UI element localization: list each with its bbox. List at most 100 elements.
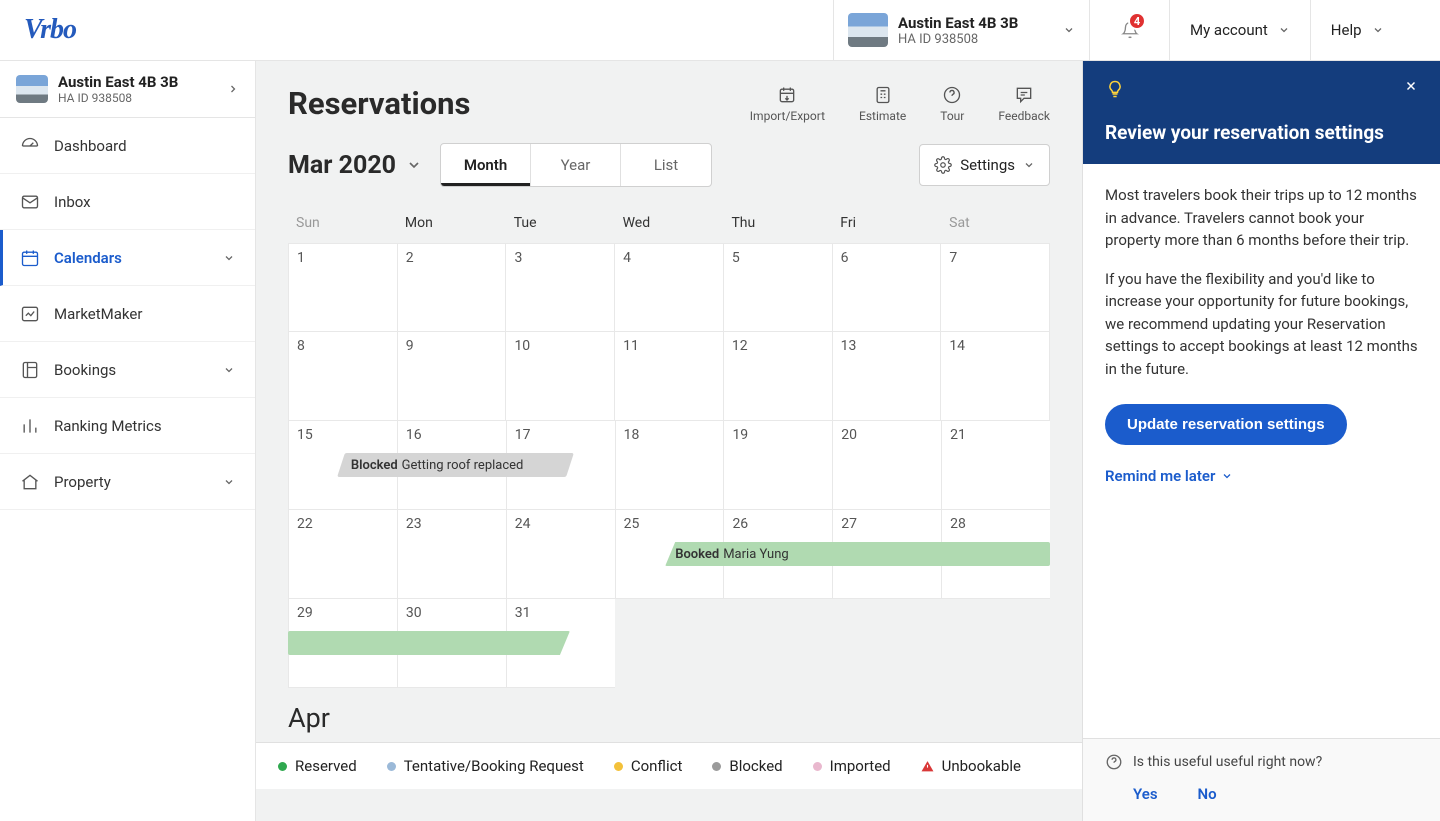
inbox-icon [20, 192, 40, 212]
tab-list[interactable]: List [621, 144, 711, 186]
day-header: Tue [506, 207, 615, 239]
panel-footer: Is this useful useful right now? Yes No [1083, 738, 1440, 821]
sidebar-item-label: MarketMaker [54, 305, 142, 323]
sidebar-item-label: Dashboard [54, 137, 127, 155]
calendar-cell[interactable]: 5 [723, 243, 832, 332]
legend-dot [813, 762, 822, 771]
month-picker[interactable]: Mar 2020 [288, 151, 422, 180]
chevron-down-icon [223, 476, 235, 488]
property-switcher[interactable]: Austin East 4B 3B HA ID 938508 [833, 0, 1089, 60]
feedback-yes-button[interactable]: Yes [1133, 785, 1158, 803]
ranking-icon [20, 416, 40, 436]
calendar-cell[interactable]: 19 [723, 421, 832, 510]
feedback-button[interactable]: Feedback [998, 85, 1050, 123]
legend-blocked: Blocked [712, 757, 782, 775]
page-actions: Import/Export Estimate Tour Feedback [750, 85, 1050, 123]
sidebar-property[interactable]: Austin East 4B 3B HA ID 938508 [0, 61, 255, 118]
property-sub: HA ID 938508 [58, 91, 178, 105]
tour-button[interactable]: Tour [940, 85, 964, 123]
import-export-button[interactable]: Import/Export [750, 85, 825, 123]
chevron-down-icon [406, 157, 422, 173]
calendar-cell[interactable]: 23 [397, 510, 506, 599]
calendar-cell[interactable]: 14 [940, 332, 1050, 421]
remind-me-later-link[interactable]: Remind me later [1105, 465, 1418, 488]
calendar-cell[interactable]: 1 [288, 243, 397, 332]
chevron-right-icon [227, 83, 239, 95]
panel-title: Review your reservation settings [1105, 121, 1418, 144]
calendar-cell[interactable]: 10 [505, 332, 614, 421]
feedback-no-button[interactable]: No [1198, 785, 1217, 803]
day-header: Mon [397, 207, 506, 239]
action-label: Tour [940, 109, 964, 123]
sidebar-item-property[interactable]: Property [0, 454, 255, 510]
update-reservation-settings-button[interactable]: Update reservation settings [1105, 404, 1347, 445]
logo-area: Vrbo [0, 0, 833, 60]
notifications-button[interactable]: 4 [1089, 0, 1169, 60]
help-menu[interactable]: Help [1310, 0, 1404, 60]
calendar-cell[interactable]: 13 [832, 332, 941, 421]
calendar-cell[interactable]: 2 [397, 243, 506, 332]
next-month-label: Apr [288, 702, 1050, 734]
sidebar-item-dashboard[interactable]: Dashboard [0, 118, 255, 174]
side-panel: Review your reservation settings Most tr… [1082, 61, 1440, 821]
tab-year[interactable]: Year [531, 144, 621, 186]
sidebar-item-inbox[interactable]: Inbox [0, 174, 255, 230]
calendar-cell[interactable]: 3 [505, 243, 614, 332]
calendar-cell[interactable]: 24 [506, 510, 615, 599]
day-header: Sun [288, 207, 397, 239]
legend: Reserved Tentative/Booking Request Confl… [256, 742, 1082, 789]
calendar-cell-void [723, 599, 832, 688]
day-header: Fri [832, 207, 941, 239]
chevron-down-icon [1372, 24, 1384, 36]
event-blocked[interactable]: BlockedGetting roof replaced [337, 453, 573, 477]
sidebar-item-marketmaker[interactable]: MarketMaker [0, 286, 255, 342]
tab-month[interactable]: Month [441, 144, 531, 186]
calendar-day-headers: Sun Mon Tue Wed Thu Fri Sat [288, 207, 1050, 239]
bookings-icon [20, 360, 40, 380]
calendar-cell[interactable]: 21 [941, 421, 1050, 510]
calendar-cell[interactable]: 4 [614, 243, 723, 332]
property-info: Austin East 4B 3B HA ID 938508 [898, 14, 1018, 47]
calendar-cell[interactable]: 8 [288, 332, 397, 421]
legend-dot [278, 762, 287, 771]
estimate-button[interactable]: Estimate [859, 85, 906, 123]
calendar-cell[interactable]: 6 [832, 243, 941, 332]
account-menu[interactable]: My account [1169, 0, 1310, 60]
calendar-cell[interactable]: 7 [940, 243, 1050, 332]
market-icon [20, 304, 40, 324]
event-booked[interactable]: BookedMaria Yung [665, 542, 1050, 566]
calendar-cell[interactable]: 12 [723, 332, 832, 421]
tour-icon [942, 85, 962, 105]
sidebar-item-bookings[interactable]: Bookings [0, 342, 255, 398]
calendar-cell[interactable]: 9 [397, 332, 506, 421]
calendar-cell[interactable]: 11 [614, 332, 723, 421]
brand-logo[interactable]: Vrbo [24, 14, 76, 46]
event-booked-continued[interactable] [288, 631, 570, 655]
legend-unbookable: Unbookable [921, 757, 1021, 775]
calendar-cell[interactable]: 18 [615, 421, 724, 510]
calendar-cell-void [615, 599, 724, 688]
feedback-icon [1014, 85, 1034, 105]
help-label: Help [1331, 21, 1362, 39]
legend-imported: Imported [813, 757, 891, 775]
property-thumbnail [848, 13, 888, 47]
legend-dot [387, 762, 396, 771]
property-name: Austin East 4B 3B [898, 14, 1018, 32]
sidebar-item-ranking[interactable]: Ranking Metrics [0, 398, 255, 454]
feedback-question: Is this useful useful right now? [1105, 753, 1418, 771]
import-export-icon [777, 85, 797, 105]
close-icon[interactable] [1404, 79, 1418, 93]
legend-dot [712, 762, 721, 771]
chevron-down-icon [1023, 159, 1035, 171]
sidebar-item-calendars[interactable]: Calendars [0, 230, 255, 286]
gear-icon [934, 156, 952, 174]
event-label: Booked [675, 547, 719, 562]
settings-button[interactable]: Settings [919, 144, 1050, 186]
calendar-cell[interactable]: 22 [288, 510, 397, 599]
calendar-cell[interactable]: 20 [832, 421, 941, 510]
panel-header: Review your reservation settings [1083, 61, 1440, 164]
dashboard-icon [20, 136, 40, 156]
day-header: Thu [723, 207, 832, 239]
property-icon [20, 472, 40, 492]
calendar-cell-void [941, 599, 1050, 688]
